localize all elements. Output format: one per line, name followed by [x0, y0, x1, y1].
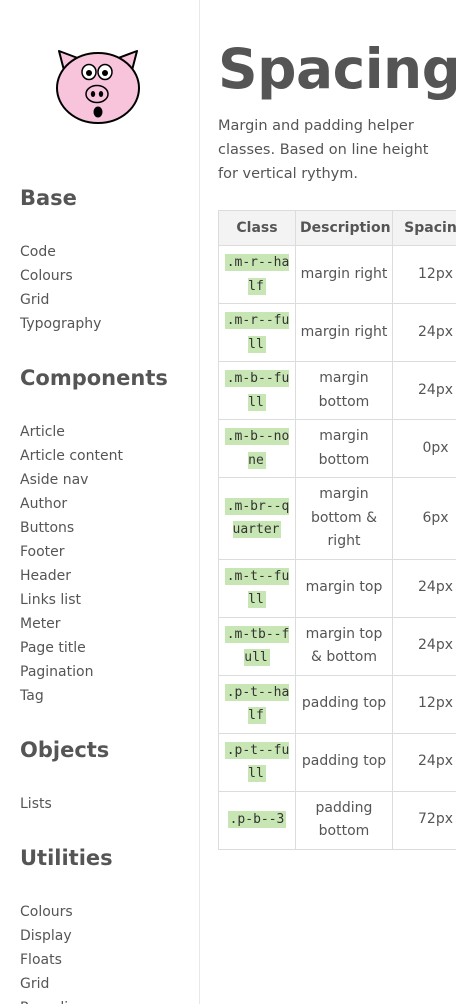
spacing-cell: 24px — [392, 616, 456, 676]
description-cell: padding top — [295, 732, 393, 792]
nav-item-meter[interactable]: Meter — [20, 612, 123, 636]
nav-item-article-content[interactable]: Article content — [20, 444, 123, 468]
class-cell: .m-r--half — [218, 245, 296, 304]
class-code: .p-t--half — [224, 683, 290, 724]
intro-text: Margin and padding helper classes. Based… — [218, 118, 429, 182]
nav-section-components: Components — [20, 366, 168, 390]
nav-item-links-list[interactable]: Links list — [20, 588, 123, 612]
table-row: .m-r--half margin right 12px — [218, 245, 456, 304]
spacing-cell: 6px — [392, 477, 456, 560]
table-row: .m-br--quarter margin bottom & right 6px — [218, 477, 456, 560]
nav-list-utilities: Colours Display Floats Grid Rounding — [20, 900, 86, 1004]
class-code: .m-r--full — [224, 312, 290, 353]
nav-item-colours-utility[interactable]: Colours — [20, 900, 86, 924]
spacing-cell: 24px — [392, 732, 456, 792]
class-cell: .m-r--full — [218, 303, 296, 362]
nav-item-buttons[interactable]: Buttons — [20, 516, 123, 540]
table-row: .p-t--full padding top 24px — [218, 732, 456, 792]
table-row: .p-b--3 padding bottom 72px — [218, 790, 456, 850]
class-cell: .p-t--full — [218, 732, 296, 792]
nav-item-lists[interactable]: Lists — [20, 792, 52, 816]
class-code: .m-r--half — [224, 254, 290, 295]
page-title: Spacing — [218, 37, 456, 101]
nav-item-grid-utility[interactable]: Grid — [20, 972, 86, 996]
column-header-spacing: Spacing — [392, 210, 456, 246]
nav-item-header[interactable]: Header — [20, 564, 123, 588]
spacing-cell: 12px — [392, 674, 456, 734]
class-code: .p-b--3 — [227, 811, 287, 829]
pig-logo-icon[interactable] — [53, 48, 143, 128]
nav-item-grid[interactable]: Grid — [20, 288, 101, 312]
table-row: .m-tb--full margin top & bottom 24px — [218, 616, 456, 676]
class-cell: .m-br--quarter — [218, 477, 296, 560]
nav-item-display[interactable]: Display — [20, 924, 86, 948]
description-cell: margin bottom — [295, 361, 393, 420]
class-code: .m-tb--full — [224, 625, 290, 666]
nav-item-rounding[interactable]: Rounding — [20, 996, 86, 1004]
sidebar: Base Code Colours Grid Typography Compon… — [0, 0, 200, 1004]
description-cell: padding bottom — [295, 790, 393, 850]
class-cell: .m-t--full — [218, 558, 296, 618]
description-cell: margin bottom & right — [295, 477, 393, 560]
table-row: .m-t--full margin top 24px — [218, 558, 456, 618]
nav-item-pagination[interactable]: Pagination — [20, 660, 123, 684]
description-cell: margin top & bottom — [295, 616, 393, 676]
nav-item-colours[interactable]: Colours — [20, 264, 101, 288]
spacing-cell: 12px — [392, 245, 456, 304]
nav-item-footer[interactable]: Footer — [20, 540, 123, 564]
spacing-cell: 24px — [392, 303, 456, 362]
table-header-row: Class Description Spacing — [218, 210, 456, 246]
spacing-table: Class Description Spacing .m-r--half mar… — [218, 210, 456, 850]
description-cell: margin right — [295, 303, 393, 362]
nav-item-code[interactable]: Code — [20, 240, 101, 264]
spacing-cell: 24px — [392, 361, 456, 420]
nav-item-typography[interactable]: Typography — [20, 312, 101, 336]
nav-item-article[interactable]: Article — [20, 420, 123, 444]
nav-item-page-title[interactable]: Page title — [20, 636, 123, 660]
description-cell: padding top — [295, 674, 393, 734]
description-cell: margin bottom — [295, 419, 393, 478]
class-cell: .p-b--3 — [218, 790, 296, 850]
description-cell: margin right — [295, 245, 393, 304]
class-cell: .m-b--none — [218, 419, 296, 478]
nav-list-components: Article Article content Aside nav Author… — [20, 420, 123, 708]
column-header-description: Description — [295, 210, 393, 246]
nav-section-base: Base — [20, 186, 77, 210]
nav-item-author[interactable]: Author — [20, 492, 123, 516]
nav-item-floats[interactable]: Floats — [20, 948, 86, 972]
column-header-class: Class — [218, 210, 296, 246]
table-row: .m-b--full margin bottom 24px — [218, 361, 456, 420]
class-code: .p-t--full — [224, 741, 290, 782]
nav-item-tag[interactable]: Tag — [20, 684, 123, 708]
nav-section-utilities: Utilities — [20, 846, 113, 870]
spacing-cell: 24px — [392, 558, 456, 618]
class-code: .m-b--full — [224, 370, 290, 411]
class-code: .m-br--quarter — [224, 497, 290, 539]
table-row: .m-r--full margin right 24px — [218, 303, 456, 362]
nav-list-base: Code Colours Grid Typography — [20, 240, 101, 336]
nav-section-objects: Objects — [20, 738, 110, 762]
description-cell: margin top — [295, 558, 393, 618]
table-row: .m-b--none margin bottom 0px — [218, 419, 456, 478]
spacing-cell: 72px — [392, 790, 456, 850]
table-row: .p-t--half padding top 12px — [218, 674, 456, 734]
class-code: .m-b--none — [224, 428, 290, 469]
class-code: .m-t--full — [224, 567, 290, 608]
spacing-cell: 0px — [392, 419, 456, 478]
nav-item-aside-nav[interactable]: Aside nav — [20, 468, 123, 492]
class-cell: .p-t--half — [218, 674, 296, 734]
class-cell: .m-tb--full — [218, 616, 296, 676]
main-content: Spacing Margin and padding helper classe… — [218, 0, 456, 1004]
nav-list-objects: Lists — [20, 792, 52, 816]
class-cell: .m-b--full — [218, 361, 296, 420]
